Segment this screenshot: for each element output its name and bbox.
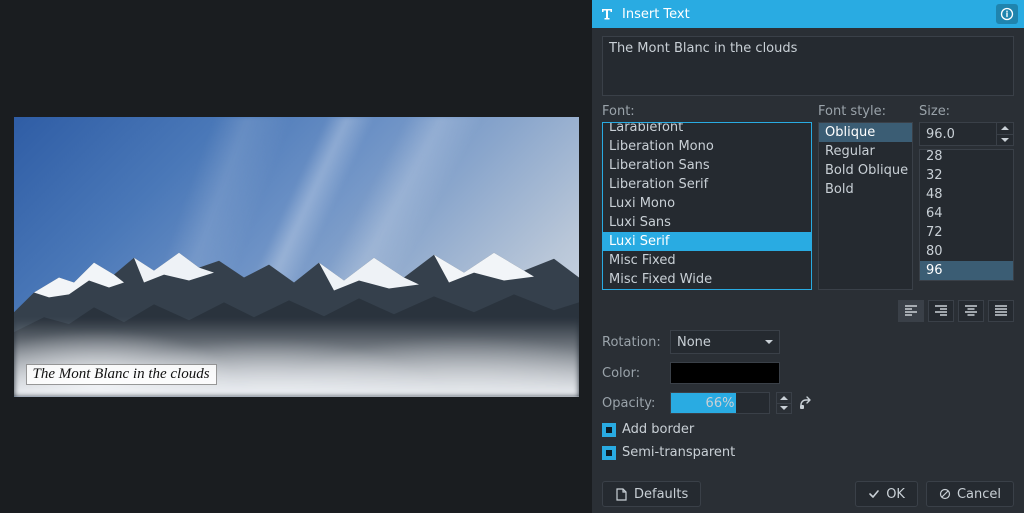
- text-tool-icon: [598, 5, 616, 23]
- color-label: Color:: [602, 366, 660, 381]
- list-item[interactable]: Larabiefont: [603, 122, 811, 137]
- list-item[interactable]: 96: [920, 261, 1013, 280]
- semi-transparent-checkbox[interactable]: Semi-transparent: [602, 445, 1014, 460]
- rotation-value: None: [677, 335, 711, 350]
- add-border-checkbox[interactable]: Add border: [602, 422, 1014, 437]
- rotation-label: Rotation:: [602, 335, 660, 350]
- list-item[interactable]: Bold Oblique: [819, 161, 912, 180]
- overlay-text-label: The Mont Blanc in the clouds: [26, 364, 217, 385]
- opacity-step-up[interactable]: [777, 393, 791, 404]
- color-swatch[interactable]: [670, 362, 780, 384]
- list-item[interactable]: Misc Fixed: [603, 251, 811, 270]
- align-left-button[interactable]: [898, 300, 924, 322]
- size-input[interactable]: [919, 122, 996, 146]
- align-justify-button[interactable]: [988, 300, 1014, 322]
- list-item[interactable]: 64: [920, 204, 1013, 223]
- align-center-button[interactable]: [958, 300, 984, 322]
- list-item[interactable]: Luxi Sans: [603, 213, 811, 232]
- opacity-reset-button[interactable]: [798, 395, 814, 411]
- cancel-icon: [939, 488, 951, 500]
- info-button[interactable]: [996, 4, 1018, 24]
- list-item[interactable]: Luxi Mono: [603, 194, 811, 213]
- list-item[interactable]: Luxi Serif: [603, 232, 811, 251]
- list-item[interactable]: Liberation Sans: [603, 156, 811, 175]
- size-label: Size:: [919, 104, 1014, 119]
- font-style-label: Font style:: [818, 104, 913, 119]
- font-listbox[interactable]: Indigo JokerLarabiefontLiberation MonoLi…: [602, 122, 812, 290]
- opacity-label: Opacity:: [602, 396, 660, 411]
- list-item[interactable]: Regular: [819, 142, 912, 161]
- align-right-button[interactable]: [928, 300, 954, 322]
- add-border-label: Add border: [622, 422, 694, 437]
- size-step-down[interactable]: [997, 135, 1013, 146]
- cancel-button[interactable]: Cancel: [926, 481, 1014, 507]
- size-listbox[interactable]: 2628324864728096: [919, 149, 1014, 281]
- list-item[interactable]: 48: [920, 185, 1013, 204]
- dialog-header: Insert Text: [592, 0, 1024, 28]
- list-item[interactable]: 32: [920, 166, 1013, 185]
- alignment-toolbar: [602, 300, 1014, 322]
- preview-canvas: The Mont Blanc in the clouds: [14, 117, 579, 397]
- dialog-title: Insert Text: [622, 7, 990, 22]
- checkbox-checked-icon: [602, 446, 616, 460]
- preview-pane: The Mont Blanc in the clouds: [0, 0, 592, 513]
- style-listbox[interactable]: ObliqueRegularBold ObliqueBold: [818, 122, 913, 290]
- opacity-spinbox[interactable]: 66%: [670, 392, 770, 414]
- text-input[interactable]: [602, 36, 1014, 96]
- chevron-down-icon: [765, 340, 773, 344]
- list-item[interactable]: 72: [920, 223, 1013, 242]
- semi-transparent-label: Semi-transparent: [622, 445, 735, 460]
- check-icon: [868, 488, 880, 500]
- list-item[interactable]: Oblique: [819, 123, 912, 142]
- list-item[interactable]: Misc Fixed Wide: [603, 270, 811, 289]
- list-item[interactable]: Bold: [819, 180, 912, 199]
- list-item[interactable]: 28: [920, 149, 1013, 166]
- rotation-select[interactable]: None: [670, 330, 780, 354]
- insert-text-dialog: Insert Text Font: Indigo JokerLarabiefon…: [592, 0, 1024, 513]
- opacity-value: 66%: [671, 393, 769, 413]
- defaults-button[interactable]: Defaults: [602, 481, 701, 507]
- list-item[interactable]: Liberation Serif: [603, 175, 811, 194]
- page-icon: [615, 488, 628, 501]
- checkbox-checked-icon: [602, 423, 616, 437]
- font-label: Font:: [602, 104, 812, 119]
- ok-button[interactable]: OK: [855, 481, 918, 507]
- list-item[interactable]: 80: [920, 242, 1013, 261]
- size-step-up[interactable]: [997, 123, 1013, 135]
- size-spinbox[interactable]: [919, 122, 1014, 146]
- list-item[interactable]: Liberation Mono: [603, 137, 811, 156]
- opacity-step-down[interactable]: [777, 404, 791, 414]
